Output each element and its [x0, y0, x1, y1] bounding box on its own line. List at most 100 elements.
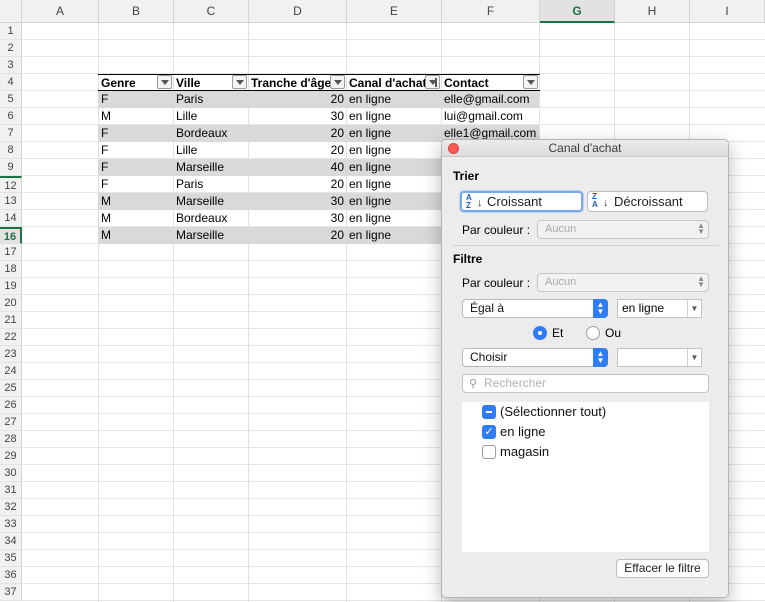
table-cell[interactable]: en ligne	[346, 193, 442, 210]
row-header[interactable]: 20	[0, 295, 22, 312]
row-header[interactable]: 26	[0, 397, 22, 414]
chevron-down-icon[interactable]: ▼	[687, 349, 701, 366]
row-header[interactable]: 4	[0, 74, 22, 91]
row-header[interactable]: 8	[0, 142, 22, 159]
select-all-corner[interactable]	[0, 0, 22, 23]
filter-values-list[interactable]: (Sélectionner tout) ✓ en ligne magasin	[462, 402, 709, 552]
table-cell[interactable]: Lille	[173, 142, 249, 159]
table-cell[interactable]: Marseille	[173, 159, 249, 176]
filter-popover[interactable]: Canal d'achat Trier A Z ↓ Croissant Z A ↓ Dé…	[441, 139, 729, 598]
row-header[interactable]: 9	[0, 159, 22, 176]
row-header[interactable]: 16	[0, 227, 22, 244]
row-header[interactable]: 28	[0, 431, 22, 448]
row-header[interactable]: 30	[0, 465, 22, 482]
filter-dropdown-contact[interactable]	[523, 75, 538, 89]
row-header[interactable]: 5	[0, 91, 22, 108]
table-cell[interactable]: 30	[248, 108, 347, 125]
condition1-select[interactable]: Égal à ▲ ▼	[462, 299, 608, 318]
table-cell[interactable]: lui@gmail.com	[441, 108, 540, 125]
or-radio[interactable]	[586, 326, 600, 340]
row-header[interactable]: 21	[0, 312, 22, 329]
column-header-c[interactable]: C	[174, 0, 249, 23]
row-header[interactable]: 22	[0, 329, 22, 346]
table-cell[interactable]: Bordeaux	[173, 210, 249, 227]
column-header-a[interactable]: A	[22, 0, 99, 23]
table-cell[interactable]: 30	[248, 193, 347, 210]
row-header[interactable]: 32	[0, 499, 22, 516]
row-header[interactable]: 17	[0, 244, 22, 261]
table-cell[interactable]: 20	[248, 176, 347, 193]
table-cell[interactable]: M	[98, 193, 174, 210]
row-header[interactable]: 12	[0, 176, 22, 193]
table-cell[interactable]: F	[98, 176, 174, 193]
table-cell[interactable]: elle@gmail.com	[441, 91, 540, 108]
table-cell[interactable]: Marseille	[173, 227, 249, 244]
filter-dropdown-ville[interactable]	[232, 75, 247, 89]
table-cell[interactable]: en ligne	[346, 210, 442, 227]
row-header[interactable]: 13	[0, 193, 22, 210]
select-all-checkbox[interactable]	[482, 405, 496, 419]
clear-filter-button[interactable]: Effacer le filtre	[616, 559, 709, 578]
table-cell[interactable]: en ligne	[346, 227, 442, 244]
table-cell[interactable]: Paris	[173, 176, 249, 193]
row-header[interactable]: 3	[0, 57, 22, 74]
row-header[interactable]: 7	[0, 125, 22, 142]
table-cell[interactable]: 20	[248, 142, 347, 159]
item-magasin-checkbox[interactable]	[482, 445, 496, 459]
row-header[interactable]: 31	[0, 482, 22, 499]
row-header[interactable]: 27	[0, 414, 22, 431]
row-header[interactable]: 24	[0, 363, 22, 380]
filter-by-color-select[interactable]: Aucun ▲ ▼	[537, 273, 709, 292]
table-cell[interactable]: 30	[248, 210, 347, 227]
search-input[interactable]: ⚲ Rechercher	[462, 374, 709, 393]
chevron-down-icon[interactable]: ▼	[687, 300, 701, 317]
table-cell[interactable]: Marseille	[173, 193, 249, 210]
table-cell[interactable]: F	[98, 142, 174, 159]
checkmark-icon[interactable]: ✓	[482, 425, 496, 439]
column-header-h[interactable]: H	[615, 0, 690, 23]
table-cell[interactable]: en ligne	[346, 91, 442, 108]
row-header[interactable]: 35	[0, 550, 22, 567]
table-cell[interactable]: M	[98, 210, 174, 227]
row-header[interactable]: 29	[0, 448, 22, 465]
filter-dropdown-canal-active[interactable]	[425, 75, 440, 89]
table-cell[interactable]: F	[98, 159, 174, 176]
column-header-g[interactable]: G	[540, 0, 615, 23]
column-header-i[interactable]: I	[690, 0, 765, 23]
row-header[interactable]: 14	[0, 210, 22, 227]
close-icon[interactable]	[448, 143, 459, 154]
row-header[interactable]: 36	[0, 567, 22, 584]
table-cell[interactable]: M	[98, 108, 174, 125]
table-cell[interactable]: en ligne	[346, 125, 442, 142]
sort-ascending-button[interactable]: A Z ↓ Croissant	[460, 191, 583, 212]
item-en-ligne-label[interactable]: en ligne	[500, 424, 546, 439]
and-radio[interactable]	[533, 326, 547, 340]
table-cell[interactable]: M	[98, 227, 174, 244]
table-cell[interactable]: 20	[248, 125, 347, 142]
condition2-select[interactable]: Choisir ▲ ▼	[462, 348, 608, 367]
column-header-d[interactable]: D	[249, 0, 347, 23]
table-cell[interactable]: F	[98, 125, 174, 142]
filter-dropdown-tranche[interactable]	[330, 75, 345, 89]
table-cell[interactable]: 40	[248, 159, 347, 176]
table-cell[interactable]: en ligne	[346, 159, 442, 176]
table-cell[interactable]: 20	[248, 91, 347, 108]
row-header[interactable]: 18	[0, 261, 22, 278]
row-header[interactable]: 25	[0, 380, 22, 397]
row-header[interactable]: 23	[0, 346, 22, 363]
table-cell[interactable]: 20	[248, 227, 347, 244]
table-cell[interactable]: en ligne	[346, 108, 442, 125]
row-header[interactable]: 1	[0, 23, 22, 40]
row-header[interactable]: 6	[0, 108, 22, 125]
row-header[interactable]: 19	[0, 278, 22, 295]
value2-combo[interactable]: ▼	[617, 348, 702, 367]
table-cell[interactable]: en ligne	[346, 176, 442, 193]
value1-combo[interactable]: en ligne ▼	[617, 299, 702, 318]
item-magasin-label[interactable]: magasin	[500, 444, 549, 459]
row-header[interactable]: 37	[0, 584, 22, 601]
sort-by-color-select[interactable]: Aucun ▲ ▼	[537, 220, 709, 239]
sort-descending-button[interactable]: Z A ↓ Décroissant	[587, 191, 708, 212]
column-header-b[interactable]: B	[99, 0, 174, 23]
table-cell[interactable]: Bordeaux	[173, 125, 249, 142]
row-header[interactable]: 2	[0, 40, 22, 57]
